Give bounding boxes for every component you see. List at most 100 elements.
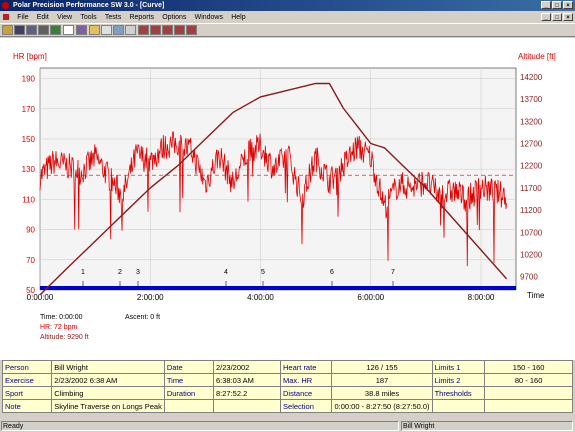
curve-chart[interactable]: HR [bpm] Altitude [ft] 190 170 150 130 110 90… — [0, 38, 575, 360]
info-value-cell — [212, 399, 282, 413]
info-value-cell — [484, 386, 573, 400]
lap-label: 4 — [224, 269, 228, 276]
info-value-cell: 6:38:03 AM — [212, 373, 282, 387]
lap-label: 6 — [330, 269, 334, 276]
cursor-altitude: Altitude: 9290 ft — [40, 334, 89, 341]
info-label-cell: Limits 1 — [431, 360, 486, 374]
status-bar: Ready Bill Wright — [0, 420, 575, 432]
status-user: Bill Wright — [401, 421, 573, 431]
hr-tick-label: 90 — [26, 226, 35, 235]
info-value-cell: Bill Wright — [51, 360, 165, 374]
info-row: Sport Climbing Duration 8:27:52.2 Distance 38… — [1, 386, 573, 400]
exercise-info-table: Person Bill Wright Date 2/23/2002 Heart rate… — [1, 360, 573, 413]
bar-chart-icon[interactable] — [174, 25, 185, 35]
info-label-cell — [163, 399, 214, 413]
info-label-cell — [431, 399, 486, 413]
info-value-cell: 8:27:52.2 — [212, 386, 282, 400]
doc-restore-button[interactable]: □ — [552, 13, 562, 21]
window-title: Polar Precision Performance SW 3.0 - [Cu… — [13, 2, 165, 9]
info-label-cell: Thresholds — [431, 386, 486, 400]
time-tick-label: 8:00:00 — [468, 293, 495, 302]
bar-chart-icon[interactable] — [162, 25, 173, 35]
altitude-tick-label: 13700 — [520, 95, 543, 104]
altitude-axis-label: Altitude [ft] — [518, 52, 556, 61]
info-label-cell: Heart rate — [280, 360, 333, 374]
info-row: Note Skyline Traverse on Longs Peak Select… — [1, 399, 573, 413]
altitude-tick-label: 12700 — [520, 139, 543, 148]
info-value-cell: 2/23/2002 — [212, 360, 282, 374]
cursor-time: Time: 0:00:00 — [40, 314, 83, 321]
altitude-tick-label: 12200 — [520, 162, 543, 171]
copy-icon[interactable] — [26, 25, 37, 35]
info-value-cell: 0:00:00 - 8:27:50 (8:27:50.0) — [331, 399, 433, 413]
time-tick-label: 6:00:00 — [357, 293, 384, 302]
hr-tick-label: 70 — [26, 256, 35, 265]
lap-label: 3 — [136, 269, 140, 276]
altitude-tick-label: 11200 — [520, 206, 542, 215]
altitude-tick-label: 13200 — [520, 117, 543, 126]
altitude-tick-label: 10200 — [520, 250, 543, 259]
info-value-cell — [484, 399, 573, 413]
image-icon[interactable] — [113, 25, 124, 35]
info-row: Exercise 2/23/2002 6:38 AM Time 6:38:03 AM M… — [1, 373, 573, 387]
lap-label: 7 — [391, 269, 395, 276]
app-icon — [2, 2, 9, 9]
info-label-cell: Note — [1, 399, 53, 413]
time-tick-label: 2:00:00 — [137, 293, 164, 302]
doc-minimize-button[interactable]: _ — [541, 13, 551, 21]
info-value-cell: 187 — [331, 373, 433, 387]
toolbar — [0, 23, 575, 37]
document-icon[interactable] — [3, 13, 9, 20]
time-axis-label: Time — [527, 291, 545, 300]
save-icon[interactable] — [14, 25, 25, 35]
info-value-cell: Climbing — [51, 386, 165, 400]
hr-axis-label: HR [bpm] — [13, 52, 47, 61]
minimize-button[interactable]: _ — [541, 1, 551, 9]
info-value-cell: 38.8 miles — [331, 386, 433, 400]
cursor-ascent: Ascent: 0 ft — [125, 314, 160, 321]
altitude-tick-label: 10700 — [520, 228, 543, 237]
exercise-info-panel: Person Bill Wright Date 2/23/2002 Heart rate… — [0, 360, 575, 418]
globe-icon[interactable] — [50, 25, 61, 35]
open-icon[interactable] — [2, 25, 13, 35]
info-value-cell: 150 - 160 — [484, 360, 573, 374]
hr-tick-label: 130 — [22, 165, 36, 174]
print-icon[interactable] — [38, 25, 49, 35]
info-label-cell: Selection — [280, 399, 333, 413]
info-value-cell: Skyline Traverse on Longs Peak — [51, 399, 165, 413]
info-label-cell: Duration — [163, 386, 214, 400]
title-bar: Polar Precision Performance SW 3.0 - [Cu… — [0, 0, 575, 11]
lap-label: 1 — [81, 269, 85, 276]
time-tick-label: 4:00:00 — [247, 293, 274, 302]
info-row: Person Bill Wright Date 2/23/2002 Heart rate… — [1, 360, 573, 374]
info-label-cell: Date — [163, 360, 214, 374]
grid-icon[interactable] — [125, 25, 136, 35]
time-scrollbar[interactable] — [40, 286, 516, 290]
info-label-cell: Max. HR — [280, 373, 333, 387]
bar-chart-icon[interactable] — [150, 25, 161, 35]
bar-chart-icon[interactable] — [138, 25, 149, 35]
lap-label: 2 — [118, 269, 122, 276]
folder-icon[interactable] — [89, 25, 100, 35]
altitude-tick-label: 14200 — [520, 73, 543, 82]
book-icon[interactable] — [76, 25, 87, 35]
maximize-button[interactable]: □ — [552, 1, 562, 9]
info-label-cell: Limits 2 — [431, 373, 486, 387]
altitude-tick-label: 9700 — [520, 273, 538, 282]
chart-icon[interactable] — [101, 25, 112, 35]
info-label-cell: Person — [1, 360, 53, 374]
lap-label: 5 — [261, 269, 265, 276]
calendar-icon[interactable] — [63, 25, 74, 35]
hr-tick-label: 190 — [22, 75, 36, 84]
hr-tick-label: 110 — [22, 195, 35, 204]
menu-bar: File Edit View Tools Tests Reports Optio… — [0, 11, 575, 23]
status-text: Ready — [1, 421, 399, 431]
info-value-cell: 80 - 160 — [484, 373, 573, 387]
info-label-cell: Time — [163, 373, 214, 387]
doc-close-button[interactable]: × — [563, 13, 573, 21]
info-label-cell: Exercise — [1, 373, 53, 387]
close-button[interactable]: × — [563, 1, 573, 9]
bar-chart-icon[interactable] — [186, 25, 197, 35]
info-value-cell: 2/23/2002 6:38 AM — [51, 373, 165, 387]
info-label-cell: Distance — [280, 386, 333, 400]
